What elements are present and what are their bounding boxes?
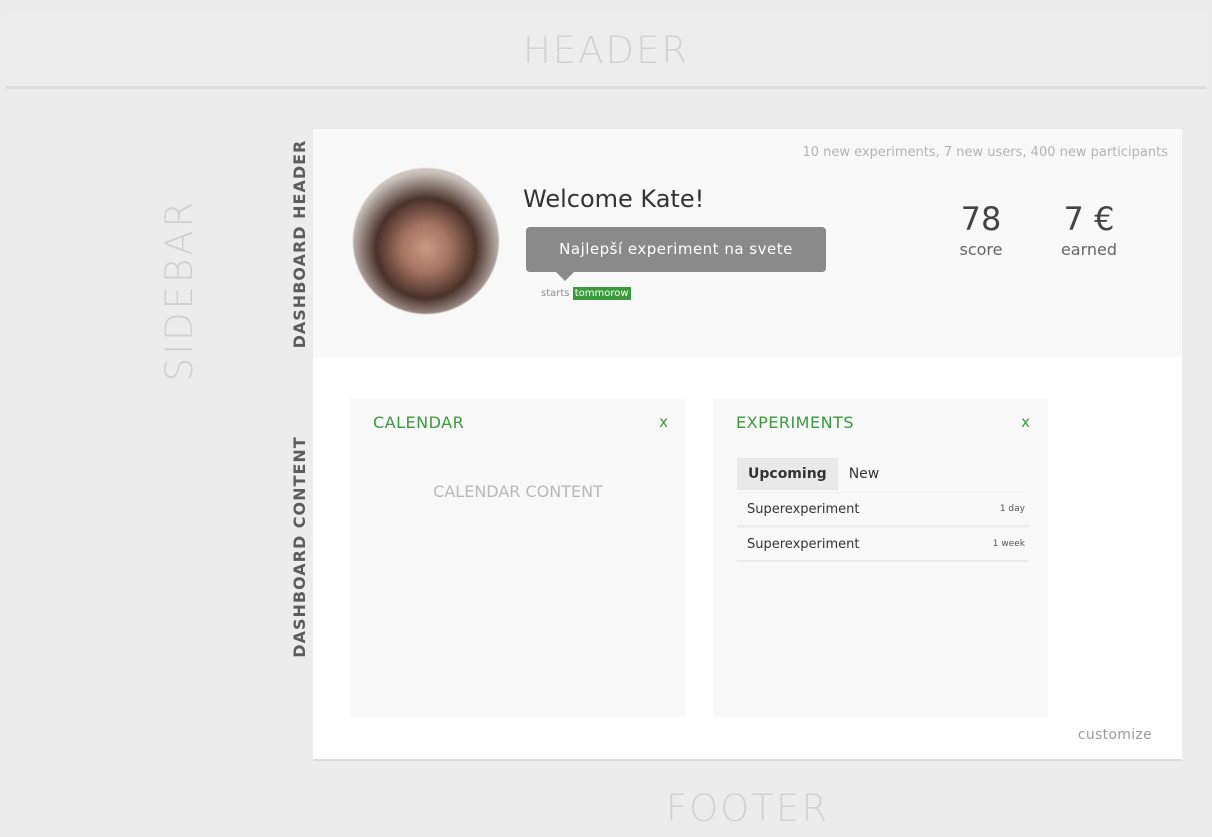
- dashboard-content-label: DASHBOARD CONTENT: [290, 436, 309, 658]
- sidebar-label: SIDEBAR: [158, 198, 201, 382]
- calendar-close-button[interactable]: x: [659, 413, 668, 431]
- experiments-tabs: Upcoming New: [737, 458, 890, 490]
- header-label: HEADER: [522, 29, 690, 72]
- experiment-name: Superexperiment: [747, 537, 860, 552]
- starts-prefix: starts: [541, 288, 570, 299]
- experiments-close-button[interactable]: x: [1021, 413, 1030, 431]
- experiments-list: Superexperiment 1 day Superexperiment 1 …: [737, 492, 1029, 562]
- starts-badge: tommorow: [572, 287, 631, 300]
- calendar-title: CALENDAR: [373, 413, 465, 432]
- welcome-message: Welcome Kate!: [523, 185, 705, 213]
- earned-value: 7 €: [1063, 200, 1115, 238]
- experiment-tooltip[interactable]: Najlepší experiment na svete: [526, 227, 826, 272]
- calendar-content: CALENDAR CONTENT: [433, 482, 603, 501]
- score-stat: 78 score: [941, 199, 1021, 261]
- experiments-title: EXPERIMENTS: [736, 413, 854, 432]
- footer-label: FOOTER: [665, 787, 830, 830]
- experiments-widget: EXPERIMENTS x Upcoming New Superexperime…: [713, 399, 1048, 717]
- list-item[interactable]: Superexperiment 1 week: [737, 527, 1029, 562]
- tab-upcoming[interactable]: Upcoming: [737, 458, 838, 490]
- header-region: HEADER: [6, 13, 1206, 89]
- customize-link[interactable]: customize: [1078, 727, 1152, 743]
- avatar[interactable]: [353, 168, 499, 314]
- tab-new[interactable]: New: [838, 458, 891, 490]
- earned-label: earned: [1060, 240, 1118, 259]
- earned-stat: 7 € earned: [1039, 199, 1139, 261]
- news-summary: 10 new experiments, 7 new users, 400 new…: [802, 145, 1169, 160]
- list-item[interactable]: Superexperiment 1 day: [737, 492, 1029, 527]
- dashboard-panel: 10 new experiments, 7 new users, 400 new…: [313, 129, 1182, 761]
- score-label: score: [959, 240, 1003, 259]
- dashboard-header-label: DASHBOARD HEADER: [290, 139, 309, 349]
- dashboard-header: 10 new experiments, 7 new users, 400 new…: [313, 129, 1182, 357]
- experiment-time: 1 week: [992, 539, 1025, 549]
- tooltip-arrow: [556, 272, 574, 281]
- calendar-widget: CALENDAR x CALENDAR CONTENT: [350, 399, 686, 717]
- experiment-name: Superexperiment: [747, 502, 860, 517]
- score-value: 78: [960, 200, 1002, 238]
- experiment-time: 1 day: [999, 504, 1025, 514]
- starts-line: starts tommorow: [541, 287, 631, 300]
